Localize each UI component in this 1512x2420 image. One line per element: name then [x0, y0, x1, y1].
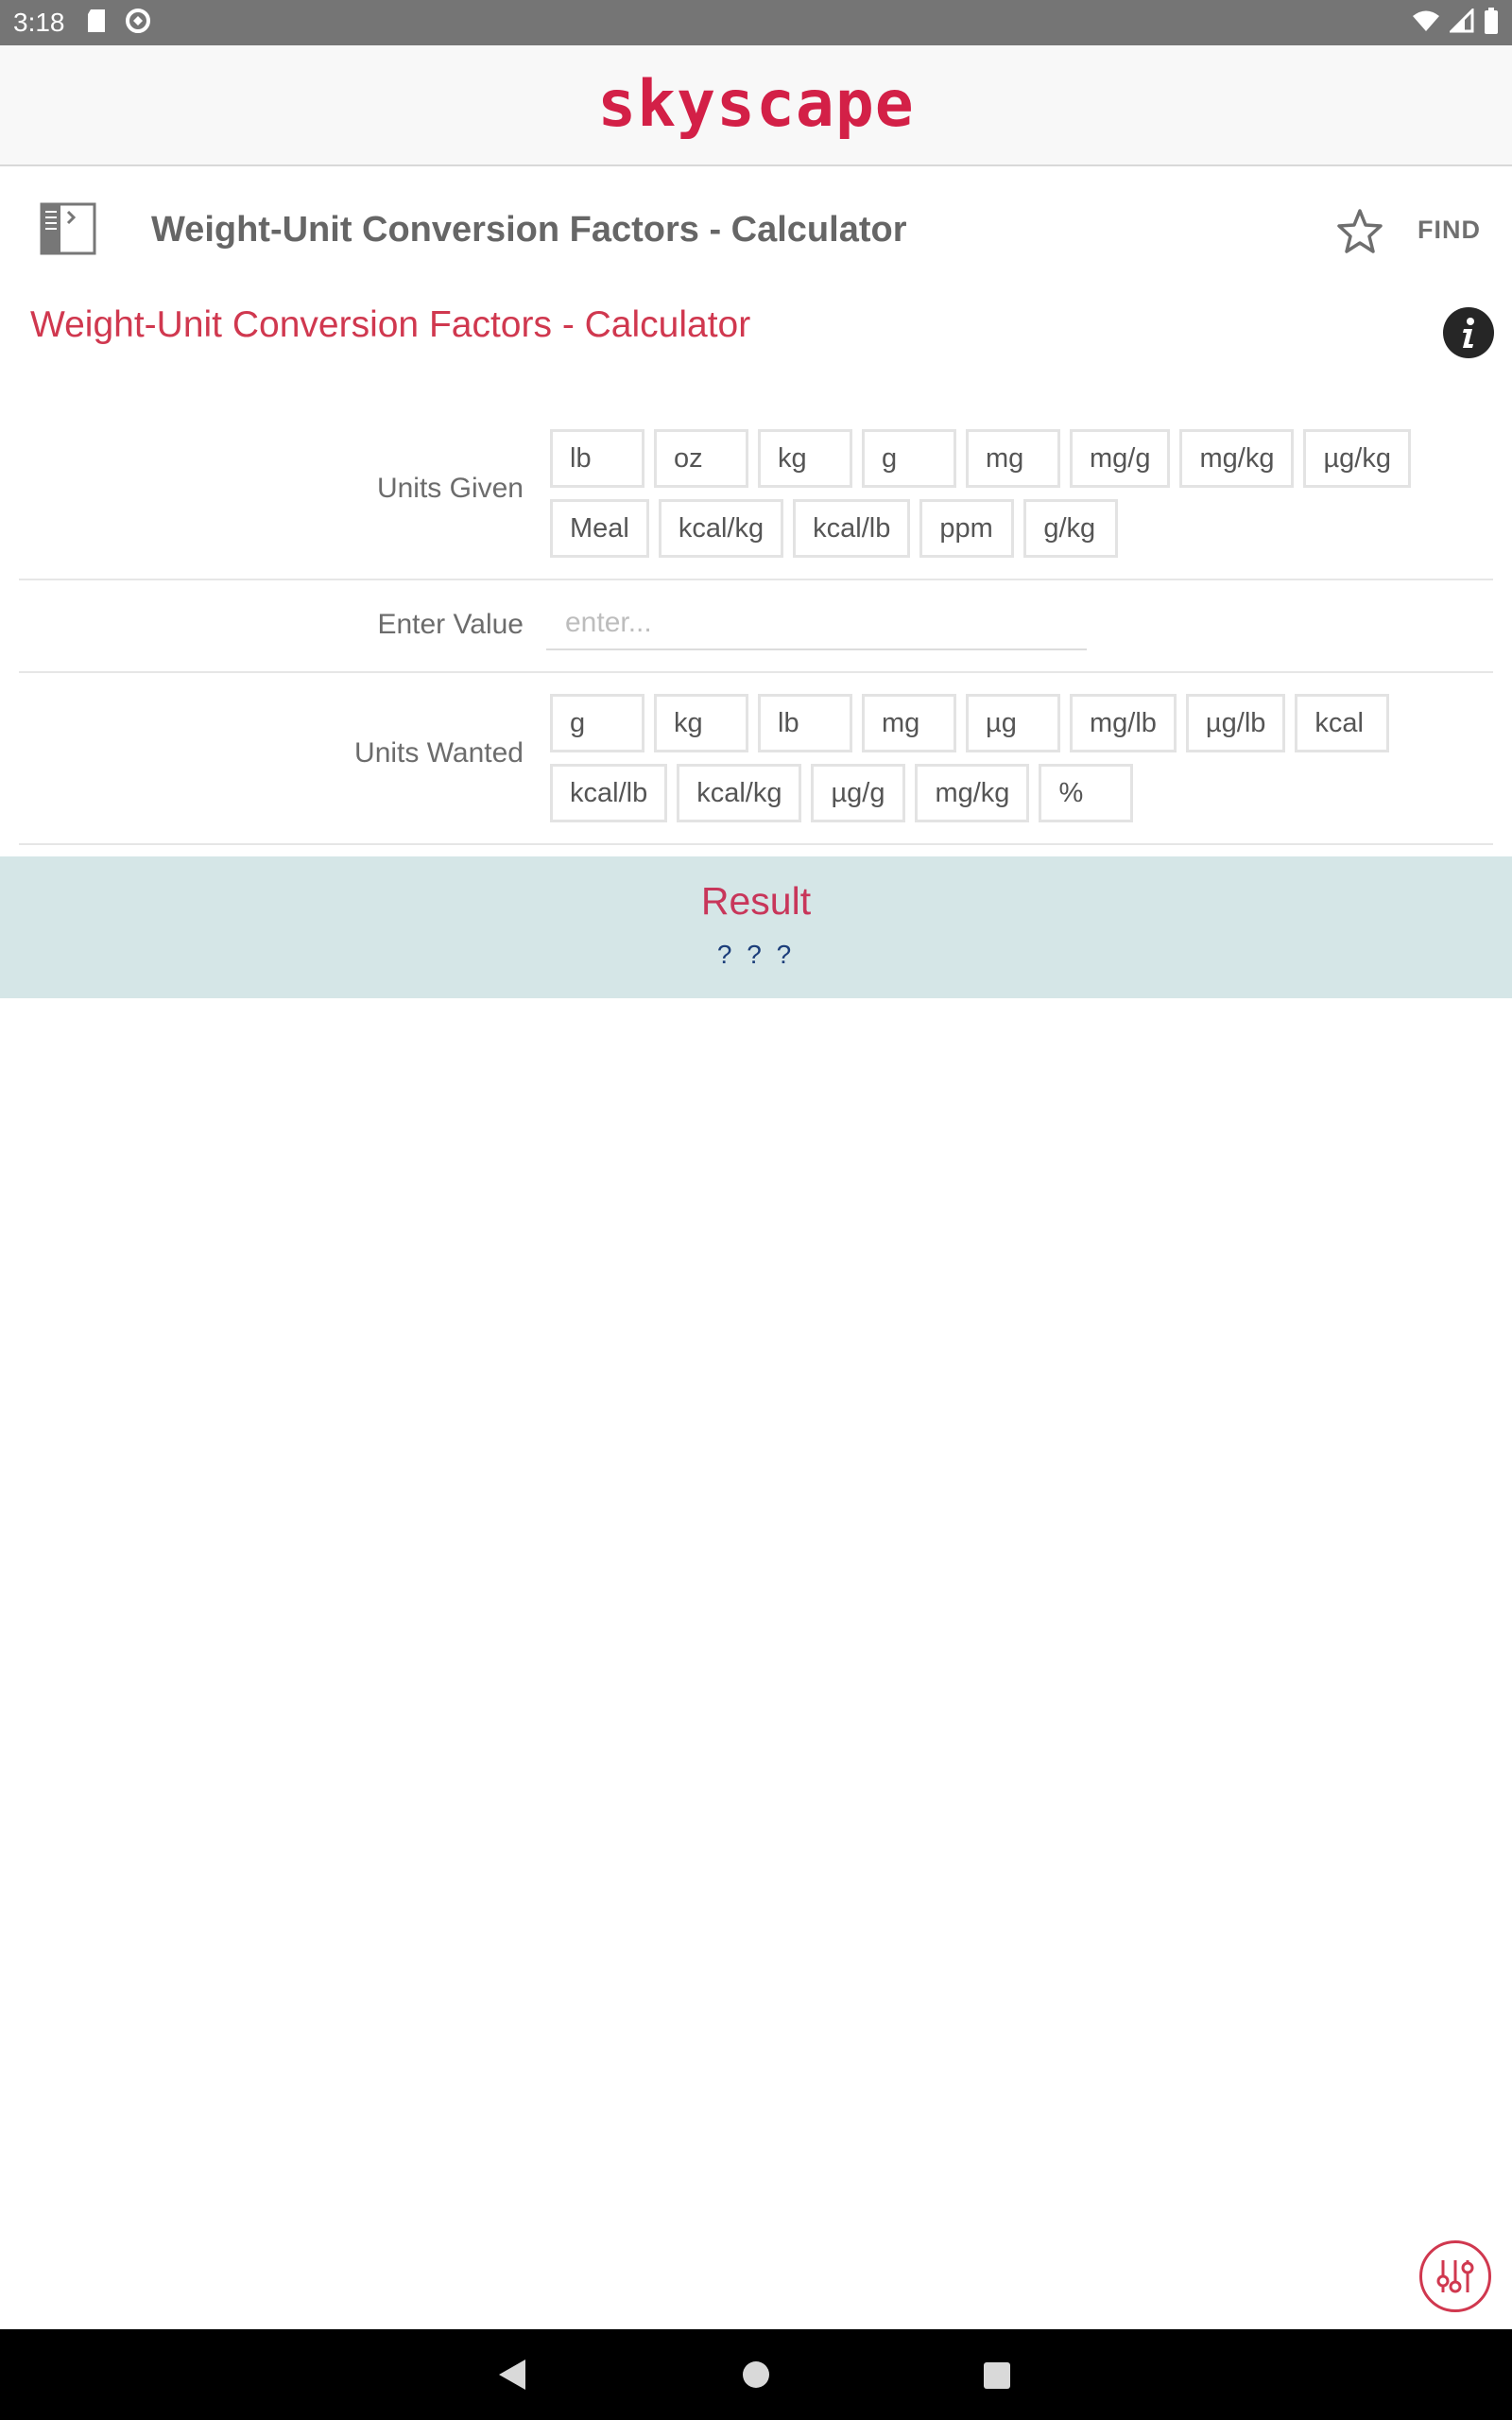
given-unit-kcal-per-lb[interactable]: kcal/lb — [793, 499, 911, 558]
info-icon[interactable] — [1442, 306, 1495, 359]
given-unit-meal[interactable]: Meal — [550, 499, 649, 558]
wanted-unit-percent[interactable]: % — [1039, 764, 1134, 822]
wanted-unit-ug[interactable]: µg — [966, 694, 1060, 752]
status-time: 3:18 — [13, 8, 65, 37]
given-unit-mg-per-kg[interactable]: mg/kg — [1179, 429, 1295, 488]
units-given-options: lb oz kg g mg mg/g mg/kg µg/kg Meal kcal/kg kcal/l… — [550, 429, 1495, 558]
wanted-unit-kg[interactable]: kg — [654, 694, 748, 752]
system-nav-bar — [0, 2329, 1512, 2420]
result-panel: Result ? ? ? — [0, 856, 1512, 998]
skyscape-logo: skyscape — [597, 67, 915, 142]
given-unit-kg[interactable]: kg — [758, 429, 852, 488]
wanted-unit-kcal[interactable]: kcal — [1295, 694, 1390, 752]
units-wanted-row: Units Wanted g kg lb mg µg mg/lb µg/lb kcal kcal… — [19, 675, 1493, 845]
brand-header: skyscape — [0, 45, 1512, 166]
back-icon[interactable] — [495, 2358, 529, 2396]
sliders-icon — [1422, 2260, 1488, 2313]
given-unit-ug-per-kg[interactable]: µg/kg — [1303, 429, 1411, 488]
wanted-unit-lb[interactable]: lb — [758, 694, 852, 752]
enter-value-row: Enter Value — [19, 582, 1493, 673]
toolbar: Weight-Unit Conversion Factors - Calcula… — [0, 168, 1512, 291]
find-button[interactable]: FIND — [1418, 168, 1481, 291]
wanted-unit-g[interactable]: g — [550, 694, 644, 752]
wanted-unit-mg-per-lb[interactable]: mg/lb — [1070, 694, 1177, 752]
units-given-label: Units Given — [376, 473, 524, 504]
units-given-row: Units Given lb oz kg g mg mg/g mg/kg µg/kg Meal k… — [19, 410, 1493, 580]
value-input[interactable] — [546, 597, 1087, 650]
wanted-unit-kcal-per-kg[interactable]: kcal/kg — [677, 764, 802, 822]
given-unit-ppm[interactable]: ppm — [919, 499, 1015, 558]
wanted-unit-mg-per-kg[interactable]: mg/kg — [915, 764, 1030, 822]
given-unit-oz[interactable]: oz — [654, 429, 748, 488]
settings-fab[interactable] — [1419, 2240, 1491, 2312]
given-unit-kcal-per-kg[interactable]: kcal/kg — [658, 499, 784, 558]
given-unit-lb[interactable]: lb — [550, 429, 644, 488]
cell-signal-icon — [1448, 6, 1474, 38]
status-bar: 3:18 — [0, 0, 1512, 45]
enter-value-label: Enter Value — [377, 609, 524, 640]
recents-icon[interactable] — [983, 2361, 1011, 2394]
battery-icon — [1484, 7, 1499, 39]
favorite-star-icon[interactable] — [1334, 206, 1385, 257]
wanted-unit-mg[interactable]: mg — [862, 694, 956, 752]
wanted-unit-kcal-per-lb[interactable]: kcal/lb — [550, 764, 668, 822]
given-unit-mg[interactable]: mg — [966, 429, 1060, 488]
toolbar-title: Weight-Unit Conversion Factors - Calcula… — [151, 210, 907, 250]
result-title: Result — [700, 879, 812, 923]
units-wanted-options: g kg lb mg µg mg/lb µg/lb kcal kcal/lb kcal/kg µg/… — [550, 694, 1495, 822]
wanted-unit-ug-per-g[interactable]: µg/g — [811, 764, 906, 822]
data-saver-icon — [124, 7, 152, 40]
wifi-icon — [1412, 9, 1440, 38]
given-unit-g-per-kg[interactable]: g/kg — [1023, 499, 1119, 558]
given-unit-g[interactable]: g — [862, 429, 956, 488]
units-wanted-label: Units Wanted — [354, 737, 524, 769]
result-value: ? ? ? — [716, 940, 796, 969]
table-of-contents-icon[interactable] — [38, 199, 98, 259]
sd-card-icon — [86, 9, 107, 38]
page-title: Weight-Unit Conversion Factors - Calcula… — [30, 304, 751, 345]
wanted-unit-ug-per-lb[interactable]: µg/lb — [1185, 694, 1286, 752]
home-icon[interactable] — [741, 2360, 771, 2394]
given-unit-mg-per-g[interactable]: mg/g — [1070, 429, 1171, 488]
